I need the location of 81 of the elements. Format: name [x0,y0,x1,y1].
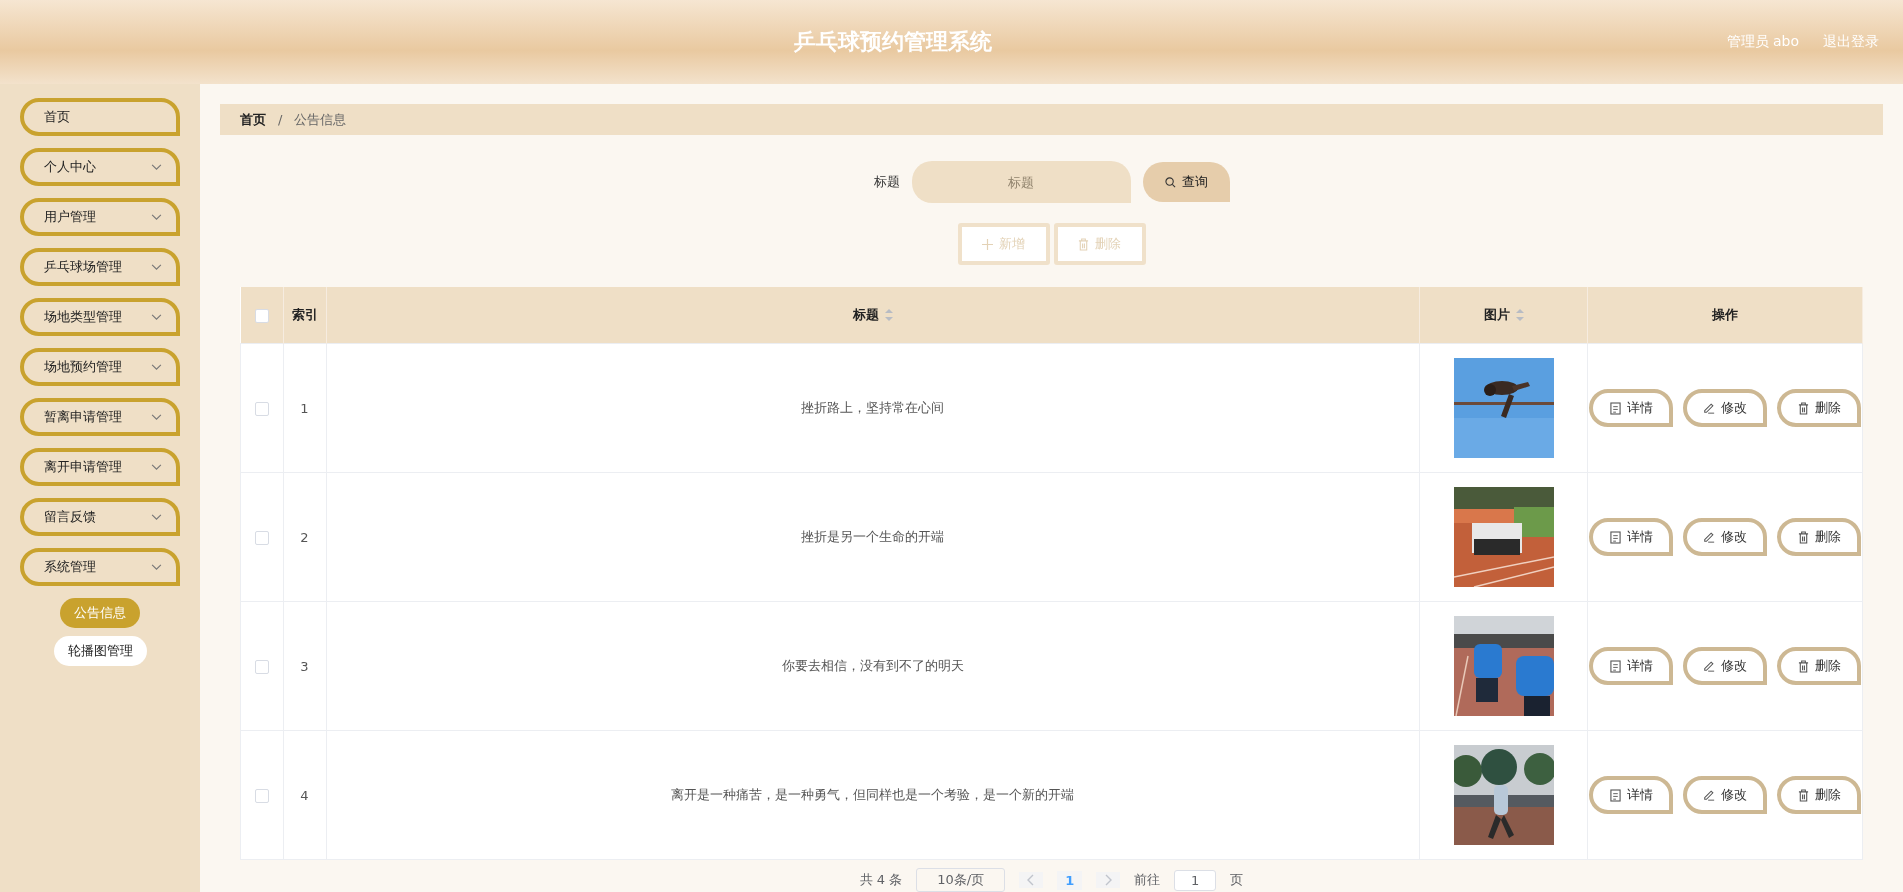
chevron-down-icon [151,563,162,571]
column-header: 标题 [852,306,879,324]
index-cell: 2 [300,529,309,545]
chevron-down-icon [151,363,162,371]
plus-icon [982,238,993,250]
sidebar-item[interactable]: 场地类型管理 [20,298,180,336]
trash-icon [1797,659,1809,673]
goto-suffix: 页 [1230,871,1244,889]
goto-label: 前往 [1134,871,1161,889]
index-cell: 3 [300,658,309,674]
document-icon [1609,530,1621,544]
breadcrumb-link[interactable]: 首页 [240,110,266,129]
breadcrumb-link[interactable]: 公告信息 [294,110,347,129]
edit-button[interactable]: 修改 [1683,389,1767,427]
app-title: 乒乓球预约管理系统 [793,28,994,56]
detail-button[interactable]: 详情 [1589,389,1673,427]
search-button[interactable]: 查询 [1142,162,1230,202]
trash-icon [1797,401,1809,415]
select-all-checkbox[interactable] [254,308,269,323]
sort-icon[interactable] [1515,309,1524,321]
page-size-select[interactable]: 10条/页 [916,868,1006,892]
sidebar-item[interactable]: 场地预约管理 [20,348,180,386]
search-icon [1164,176,1176,188]
sidebar-item[interactable]: 个人中心 [20,148,180,186]
trash-icon [1797,530,1809,544]
trash-icon [1797,788,1809,802]
title-cell: 挫折是另一个生命的开端 [801,529,945,544]
prev-page-icon[interactable] [1019,872,1044,888]
chevron-down-icon [151,213,162,221]
index-cell: 4 [300,787,309,803]
chevron-down-icon [151,413,162,421]
search-label: 标题 [873,173,900,191]
detail-button[interactable]: 详情 [1589,647,1673,685]
sort-icon[interactable] [884,309,893,321]
document-icon [1609,401,1621,415]
sidebar-item[interactable]: 乒乓球场管理 [20,248,180,286]
row-checkbox[interactable] [254,530,269,545]
trash-icon [1078,237,1089,251]
goto-field[interactable]: 1 [1174,869,1217,891]
column-header: 操作 [1712,306,1738,324]
pencil-icon [1703,531,1715,543]
edit-button[interactable]: 修改 [1683,518,1767,556]
chevron-down-icon [151,163,162,171]
pencil-icon [1703,402,1715,414]
document-icon [1609,788,1621,802]
chevron-down-icon [151,463,162,471]
index-cell: 1 [300,400,309,416]
sidebar-item[interactable]: 暂离申请管理 [20,398,180,436]
pencil-icon [1703,660,1715,672]
column-header: 图片 [1483,306,1510,324]
chevron-down-icon [151,313,162,321]
delete-button[interactable]: 删除 [1777,776,1861,814]
title-cell: 挫折路上，坚持常在心间 [801,400,945,415]
detail-button[interactable]: 详情 [1589,776,1673,814]
next-page-icon[interactable] [1096,872,1121,888]
title-cell: 你要去相信，没有到不了的明天 [781,658,964,673]
pencil-icon [1703,789,1715,801]
sidebar-item[interactable]: 用户管理 [20,198,180,236]
sidebar-item[interactable]: 留言反馈 [20,498,180,536]
breadcrumb-separator: / [278,112,283,127]
delete-button[interactable]: 删除 [1777,389,1861,427]
sidebar-item[interactable]: 首页 [20,98,180,136]
row-checkbox[interactable] [254,401,269,416]
chevron-down-icon [151,263,162,271]
edit-button[interactable]: 修改 [1683,776,1767,814]
user-label: 管理员 abo [1726,33,1799,51]
submenu-item[interactable]: 轮播图管理 [53,636,147,666]
edit-button[interactable]: 修改 [1683,647,1767,685]
total-count: 共 4 条 [859,871,903,889]
row-checkbox[interactable] [254,788,269,803]
sidebar-item[interactable]: 离开申请管理 [20,448,180,486]
sidebar-item[interactable]: 系统管理 [20,548,180,586]
delete-button[interactable]: 删除 [1777,647,1861,685]
title-cell: 离开是一种痛苦，是一种勇气，但同样也是一个考验，是一个新的开端 [671,787,1075,802]
search-field[interactable]: 标题 [911,161,1131,203]
column-header: 索引 [291,306,318,324]
chevron-down-icon [151,513,162,521]
document-icon [1609,659,1621,673]
detail-button[interactable]: 详情 [1589,518,1673,556]
delete-button[interactable]: 删除 [1777,518,1861,556]
row-checkbox[interactable] [254,659,269,674]
